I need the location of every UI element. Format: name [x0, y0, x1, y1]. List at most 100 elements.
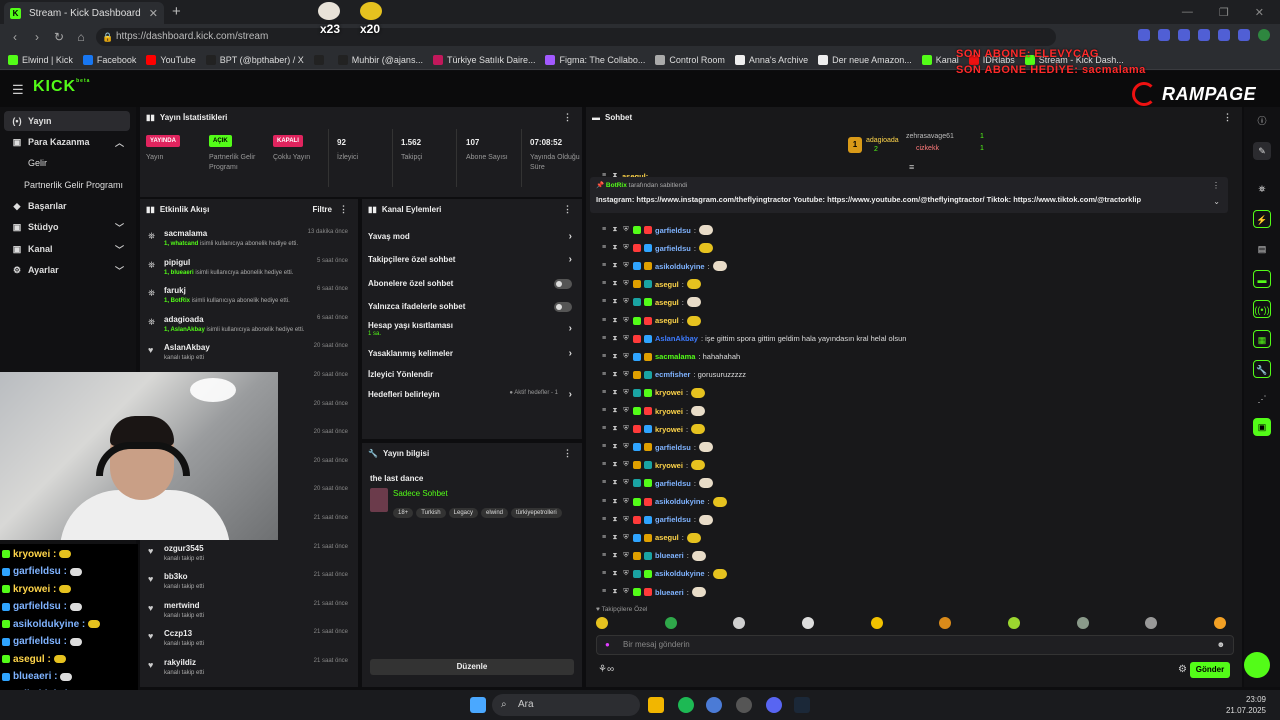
bookmark-item[interactable]: YouTube — [146, 54, 196, 65]
chat-username[interactable]: asikoldukyine — [655, 569, 705, 578]
stream-tag[interactable]: Turkish — [416, 508, 446, 518]
pin-icon[interactable]: ≡ — [600, 226, 608, 234]
menu-icon[interactable]: ☰ — [12, 82, 24, 98]
channel-action-item[interactable]: İzleyici Yönlendir — [368, 370, 576, 379]
ban-icon[interactable]: ⛨ — [622, 298, 630, 306]
chat-username[interactable]: asegul — [655, 280, 679, 289]
channel-action-item[interactable]: Yalnızca ifadelerle sohbet — [368, 302, 576, 312]
stream-tag[interactable]: türkiyepetrolleri — [511, 508, 562, 518]
ban-icon[interactable]: ⛨ — [622, 226, 630, 234]
ban-icon[interactable]: ⛨ — [622, 552, 630, 560]
timeout-icon[interactable]: ⧗ — [611, 280, 619, 288]
sidebar-item-para-kazanma[interactable]: ▣ Para Kazanma ︿ — [4, 132, 130, 152]
timeout-icon[interactable]: ⧗ — [611, 371, 619, 379]
chat-username[interactable]: garfieldsu — [655, 226, 691, 235]
activity-username[interactable]: farukj — [164, 286, 186, 295]
emote-icon[interactable] — [596, 617, 608, 629]
toggle-switch[interactable] — [554, 279, 572, 289]
sidebar-item-studyo[interactable]: ▣ Stüdyo ﹀ — [4, 217, 130, 237]
more-options-icon[interactable]: ⋮ — [563, 448, 572, 459]
channel-action-item[interactable]: Abonelere özel sohbet — [368, 279, 576, 289]
document-icon[interactable]: ▤ — [1253, 240, 1271, 258]
ban-icon[interactable]: ⛨ — [622, 389, 630, 397]
app-icon[interactable] — [736, 697, 752, 713]
chat-username[interactable]: asikoldukyine — [655, 497, 705, 506]
url-field[interactable]: 🔒 https://dashboard.kick.com/stream — [96, 28, 1056, 46]
gift-icon[interactable]: ⛯ — [1253, 180, 1271, 198]
send-button[interactable]: Gönder — [1190, 662, 1230, 678]
timeout-icon[interactable]: ⧗ — [611, 443, 619, 451]
bookmark-item[interactable]: Kanal — [921, 54, 959, 65]
timeout-icon[interactable]: ⧗ — [611, 335, 619, 343]
chat-username[interactable]: AslanAkbay — [655, 334, 698, 343]
bookmark-item[interactable] — [313, 54, 328, 65]
pin-icon[interactable]: ≡ — [600, 317, 608, 325]
pin-icon[interactable]: ≡ — [600, 570, 608, 578]
chat-username[interactable]: garfieldsu — [655, 479, 691, 488]
pin-icon[interactable]: ≡ — [600, 262, 608, 270]
chrome-icon[interactable] — [706, 697, 722, 713]
ban-icon[interactable]: ⛨ — [622, 498, 630, 506]
home-icon[interactable]: ⌂ — [70, 30, 92, 44]
emote-icon[interactable] — [664, 617, 677, 629]
channel-action-item[interactable]: Hesap yaşı kısıtlaması 1 sa. › — [368, 321, 576, 337]
extension-icon[interactable] — [1178, 29, 1190, 41]
file-explorer-icon[interactable] — [648, 697, 664, 713]
pin-icon[interactable]: ≡ — [600, 443, 608, 451]
ban-icon[interactable]: ⛨ — [622, 516, 630, 524]
ban-icon[interactable]: ⛨ — [622, 244, 630, 252]
bookmark-item[interactable]: Figma: The Collabo... — [545, 54, 645, 65]
emoji-icon[interactable]: ☻ — [1217, 636, 1225, 654]
broadcast-icon[interactable]: ((•)) — [1253, 300, 1271, 318]
pin-icon[interactable]: ≡ — [600, 552, 608, 560]
sidebar-item-partnerlik[interactable]: Partnerlik Gelir Programı — [4, 175, 130, 195]
emote-icon[interactable] — [801, 617, 814, 629]
chat-username[interactable]: sacmalama — [655, 352, 695, 361]
activity-username[interactable]: bb3ko — [164, 572, 188, 581]
ban-icon[interactable]: ⛨ — [622, 262, 630, 270]
chat-username[interactable]: kryowei — [655, 388, 683, 397]
chevron-down-icon[interactable]: ⌄ — [1213, 197, 1220, 206]
chat-input[interactable]: ● Bir mesaj gönderin ☻ — [596, 635, 1234, 655]
activity-username[interactable]: sacmalama — [164, 229, 207, 238]
green-chat-bubble-icon[interactable] — [1244, 652, 1270, 678]
stream-tag[interactable]: 18+ — [393, 508, 414, 518]
activity-username[interactable]: AslanAkbay — [164, 343, 210, 352]
forward-icon[interactable]: › — [26, 30, 48, 44]
bookmark-item[interactable]: Türkiye Satılık Daire... — [432, 54, 535, 65]
profile-avatar[interactable] — [1258, 29, 1270, 41]
chat-username[interactable]: garfieldsu — [655, 244, 691, 253]
sidebar-item-yayin[interactable]: (•) Yayın — [4, 111, 130, 131]
kick-logo[interactable]: KICKbeta — [33, 78, 90, 96]
emote-icon[interactable] — [733, 617, 746, 629]
bookmark-item[interactable]: Elwind | Kick — [8, 54, 73, 65]
timeout-icon[interactable]: ⧗ — [611, 479, 619, 487]
filter-button[interactable]: Filtre — [312, 205, 332, 214]
extension-icon[interactable] — [1238, 29, 1250, 41]
more-options-icon[interactable]: ⋮ — [1223, 112, 1232, 123]
pin-icon[interactable]: ≡ — [600, 516, 608, 524]
minimize-icon[interactable]: — — [1182, 6, 1193, 18]
ban-icon[interactable]: ⛨ — [622, 534, 630, 542]
bookmark-item[interactable]: Facebook — [82, 54, 136, 65]
ban-icon[interactable]: ⛨ — [622, 443, 630, 451]
pin-icon[interactable]: ≡ — [600, 280, 608, 288]
pin-icon[interactable]: ≡ — [600, 479, 608, 487]
chat-bubble-icon[interactable]: ▬ — [1253, 270, 1271, 288]
bookmark-item[interactable]: BPT (@bpthaber) / X — [205, 54, 304, 65]
ban-icon[interactable]: ⛨ — [622, 425, 630, 433]
more-options-icon[interactable]: ⋮ — [339, 204, 348, 215]
timeout-icon[interactable]: ⧗ — [611, 461, 619, 469]
activity-username[interactable]: rakyildiz — [164, 658, 196, 667]
channel-action-item[interactable]: Hedefleri belirleyin ● Aktif hedefler - 1… — [368, 389, 576, 400]
close-window-icon[interactable]: ✕ — [1255, 6, 1264, 19]
sidebar-item-kanal[interactable]: ▣ Kanal ﹀ — [4, 239, 130, 259]
timeout-icon[interactable]: ⧗ — [611, 425, 619, 433]
timeout-icon[interactable]: ⧗ — [611, 244, 619, 252]
chat-username[interactable]: asegul — [655, 533, 679, 542]
chat-username[interactable]: kryowei — [655, 461, 683, 470]
taskbar-search[interactable]: ⌕ Ara — [492, 694, 640, 716]
timeout-icon[interactable]: ⧗ — [611, 262, 619, 270]
info-icon[interactable]: ⓘ — [1253, 112, 1271, 130]
browser-tab[interactable]: K Stream - Kick Dashboard ✕ — [4, 2, 164, 24]
